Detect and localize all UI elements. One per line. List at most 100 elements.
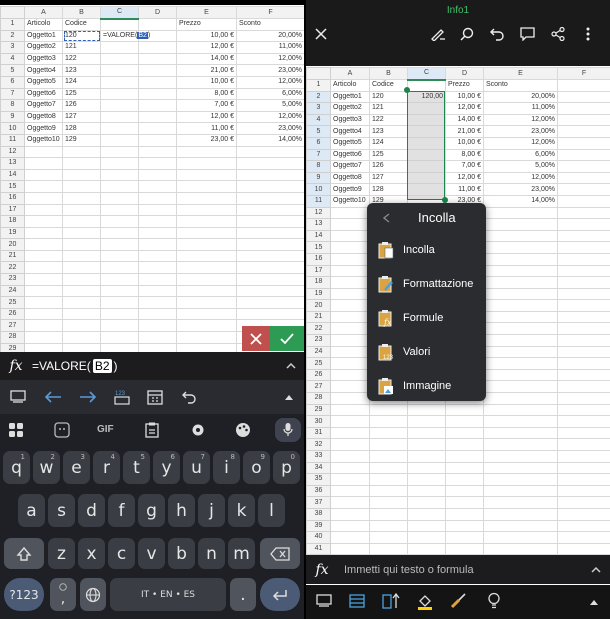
cell-e10[interactable]: 23,00% xyxy=(483,183,558,196)
cell-e5[interactable]: 21,00 € xyxy=(176,64,237,77)
cell-b9[interactable]: 127 xyxy=(369,171,408,185)
cell-a13[interactable] xyxy=(330,218,370,231)
cell-f8[interactable]: 5,00% xyxy=(236,99,304,112)
paste-option-immagine[interactable]: Immagine xyxy=(377,377,451,395)
row-header[interactable]: 1 xyxy=(0,18,25,31)
cell-b7[interactable]: 125 xyxy=(369,148,408,162)
row-header[interactable]: 13 xyxy=(0,157,25,170)
cell-a15[interactable] xyxy=(24,180,63,193)
key-b[interactable]: b xyxy=(168,538,195,569)
cell-d1[interactable] xyxy=(138,18,177,31)
cell-d6[interactable] xyxy=(138,75,177,89)
cell-b10[interactable]: 128 xyxy=(369,183,408,196)
cell-c37[interactable] xyxy=(407,496,446,509)
cell-a16[interactable] xyxy=(330,252,370,266)
fill-color-icon[interactable] xyxy=(417,592,433,610)
cell-f31[interactable] xyxy=(557,426,610,440)
cell-f22[interactable] xyxy=(557,322,610,336)
cell-c14[interactable] xyxy=(100,168,139,182)
cell-b27[interactable] xyxy=(62,319,101,333)
row-header[interactable]: 36 xyxy=(306,484,331,498)
cell-b17[interactable] xyxy=(62,203,101,217)
cell-b4[interactable]: 122 xyxy=(369,113,408,127)
cell-e31[interactable] xyxy=(483,426,558,440)
cell-d3[interactable]: 12,00 € xyxy=(445,102,484,115)
cell-c5[interactable] xyxy=(100,64,139,77)
cell-e22[interactable] xyxy=(483,322,558,336)
row-header[interactable]: 41 xyxy=(306,542,331,556)
cell-c31[interactable] xyxy=(407,426,446,440)
corner-cell[interactable] xyxy=(0,6,25,19)
cell-b20[interactable] xyxy=(62,238,101,251)
column-header-b[interactable]: B xyxy=(62,6,101,19)
cell-a12[interactable] xyxy=(24,145,63,159)
row-header[interactable]: 3 xyxy=(0,41,25,54)
row-header[interactable]: 27 xyxy=(0,319,25,333)
cell-d10[interactable] xyxy=(138,122,177,135)
cell-e15[interactable] xyxy=(483,241,558,254)
row-header[interactable]: 5 xyxy=(306,125,331,138)
cell-b32[interactable] xyxy=(369,438,408,451)
column-header-b[interactable]: B xyxy=(369,67,408,80)
cell-a11[interactable]: Oggetto10 xyxy=(24,133,63,147)
cell-d4[interactable]: 14,00 € xyxy=(445,113,484,127)
cell-f23[interactable] xyxy=(557,334,610,347)
row-header[interactable]: 5 xyxy=(0,64,25,77)
cell-d29[interactable] xyxy=(445,403,484,417)
cell-e1[interactable]: Prezzo xyxy=(176,18,237,31)
cell-f19[interactable] xyxy=(236,226,304,240)
cell-f10[interactable] xyxy=(557,183,610,196)
key-s[interactable]: s xyxy=(48,494,75,527)
cell-d20[interactable] xyxy=(138,238,177,251)
cell-e19[interactable] xyxy=(483,287,558,301)
row-header[interactable]: 7 xyxy=(306,148,331,162)
cell-c10[interactable] xyxy=(100,122,139,135)
cell-e30[interactable] xyxy=(483,415,558,428)
row-header[interactable]: 21 xyxy=(306,310,331,324)
palette-icon[interactable] xyxy=(235,422,251,438)
column-header-d[interactable]: D xyxy=(445,67,484,80)
cell-f6[interactable]: 12,00% xyxy=(236,75,304,89)
cell-a8[interactable]: Oggetto7 xyxy=(330,160,370,173)
cell-a7[interactable]: Oggetto6 xyxy=(24,87,63,101)
cell-b38[interactable] xyxy=(369,507,408,521)
formula-text[interactable]: =VALORE( B2 ) xyxy=(32,359,118,373)
cell-a26[interactable] xyxy=(330,368,370,382)
cell-f2[interactable] xyxy=(557,90,610,104)
sticker-icon[interactable] xyxy=(54,422,70,438)
cell-f21[interactable] xyxy=(557,310,610,324)
back-icon[interactable] xyxy=(383,213,390,223)
cell-b10[interactable]: 128 xyxy=(62,122,101,135)
cell-e8[interactable]: 5,00% xyxy=(483,160,558,173)
column-header-e[interactable]: E xyxy=(483,67,558,80)
key-f[interactable]: f xyxy=(108,494,135,527)
row-header[interactable]: 28 xyxy=(306,392,331,405)
row-header[interactable]: 8 xyxy=(0,99,25,112)
cell-a6[interactable]: Oggetto5 xyxy=(24,75,63,89)
cell-d1[interactable]: Prezzo xyxy=(445,79,484,92)
clipboard-icon[interactable] xyxy=(145,422,159,438)
cell-a30[interactable] xyxy=(330,415,370,428)
cell-d32[interactable] xyxy=(445,438,484,451)
cell-e6[interactable]: 10,00 € xyxy=(176,75,237,89)
cell-c41[interactable] xyxy=(407,542,446,556)
row-header[interactable]: 21 xyxy=(0,249,25,263)
cell-a32[interactable] xyxy=(330,438,370,451)
row-header[interactable]: 32 xyxy=(306,438,331,451)
column-header-d[interactable]: D xyxy=(138,6,177,19)
shift-key[interactable] xyxy=(4,538,44,569)
cell-b11[interactable]: 129 xyxy=(62,133,101,147)
cell-e20[interactable] xyxy=(483,299,558,312)
row-header[interactable]: 34 xyxy=(306,461,331,475)
comma-key[interactable]: , xyxy=(50,578,76,611)
row-header[interactable]: 15 xyxy=(306,241,331,254)
cell-e4[interactable]: 12,00% xyxy=(483,113,558,127)
cell-a17[interactable] xyxy=(24,203,63,217)
column-header-c[interactable]: C xyxy=(407,67,446,81)
cell-c30[interactable] xyxy=(407,415,446,428)
collapse-icon[interactable] xyxy=(589,599,599,605)
cell-d5[interactable]: 21,00 € xyxy=(445,125,484,138)
cell-a22[interactable] xyxy=(330,322,370,336)
cell-d30[interactable] xyxy=(445,415,484,428)
cell-c25[interactable] xyxy=(100,296,139,309)
